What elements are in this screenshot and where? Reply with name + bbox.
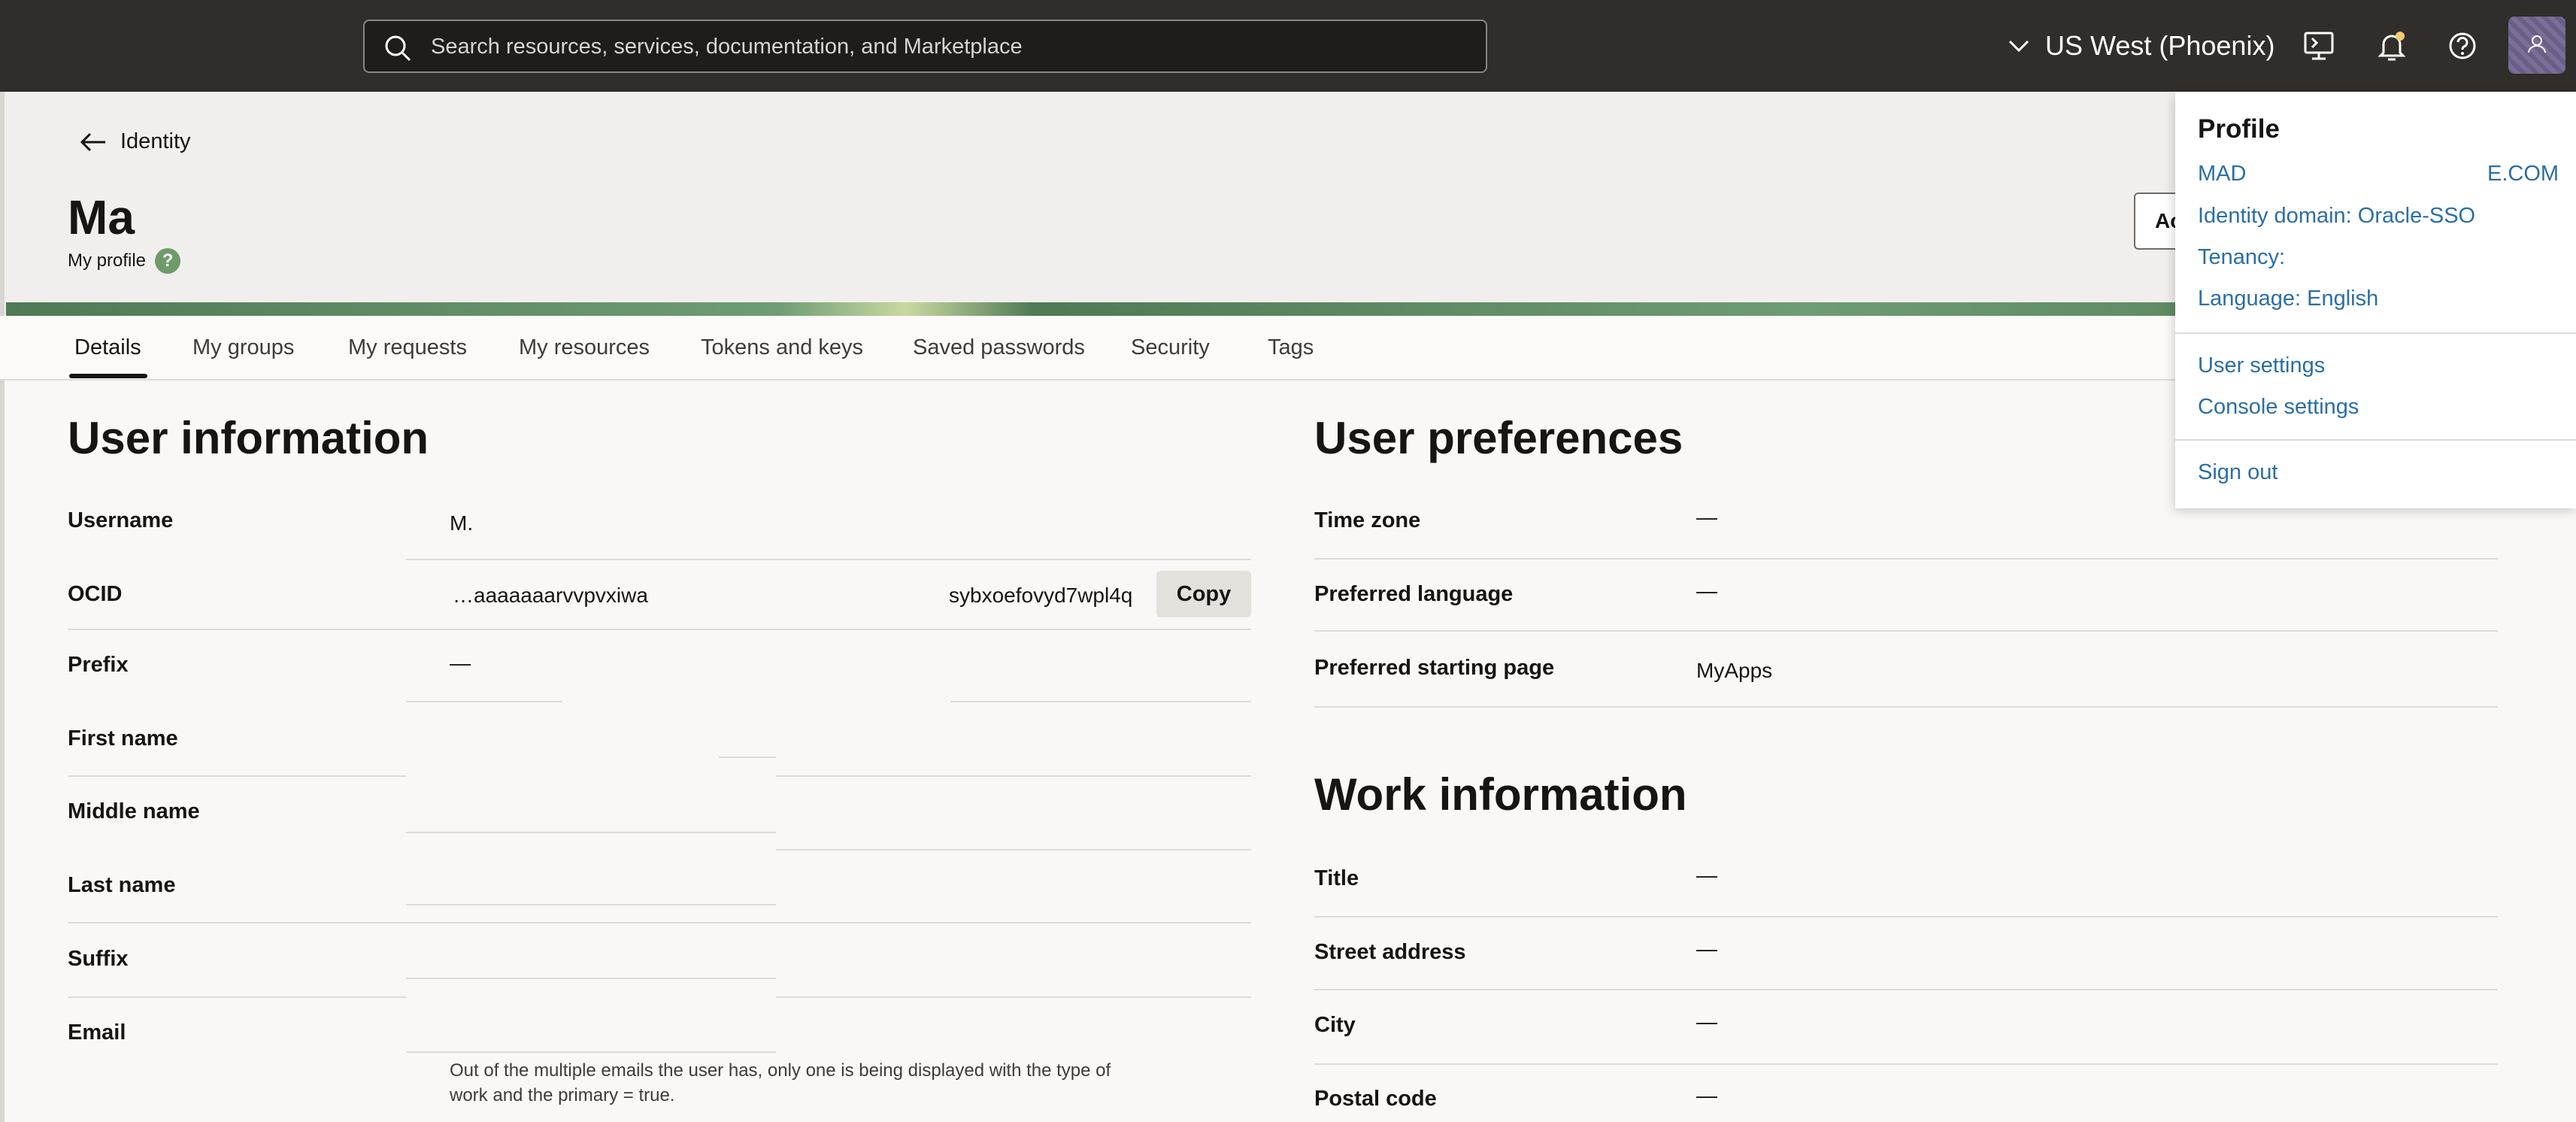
ocid-tail: sybxoefovyd7wpl4q xyxy=(949,584,1133,607)
identity-domain-link[interactable]: Identity domain: Oracle-SSO xyxy=(2198,204,2475,229)
user-icon xyxy=(2528,35,2546,53)
tab-my-resources[interactable]: My resources xyxy=(519,335,650,360)
time-zone-label: Time zone xyxy=(1314,508,1421,532)
menu-divider xyxy=(2175,439,2576,441)
tab-details[interactable]: Details xyxy=(74,335,141,360)
username-value: M. xyxy=(450,511,474,535)
divider xyxy=(406,832,776,833)
language-link[interactable]: Language: English xyxy=(2198,287,2378,311)
first-name-label: First name xyxy=(68,726,178,751)
profile-menu-title: Profile xyxy=(2198,114,2280,144)
divider xyxy=(950,701,1251,702)
divider xyxy=(68,629,1251,630)
prefix-value: — xyxy=(450,651,471,675)
user-information-heading: User information xyxy=(68,413,429,463)
divider xyxy=(68,996,406,998)
divider xyxy=(406,559,1251,560)
search-icon xyxy=(385,35,411,62)
street-address-label: Street address xyxy=(1314,940,1466,964)
starting-page-label: Preferred starting page xyxy=(1314,656,1555,680)
region-selector[interactable]: US West (Phoenix) xyxy=(2008,21,2274,71)
profile-user-link[interactable]: MAD xyxy=(2198,162,2246,186)
ocid-value: …aaaaaaarvvpvxiwa xyxy=(453,584,648,607)
page-subtitle-label: My profile xyxy=(68,250,147,271)
user-preferences-heading: User preferences xyxy=(1314,413,1683,463)
preferred-language-value: — xyxy=(1696,579,1717,602)
tab-tokens-and-keys[interactable]: Tokens and keys xyxy=(701,335,863,360)
tab-tags[interactable]: Tags xyxy=(1268,335,1314,360)
postal-code-label: Postal code xyxy=(1314,1087,1437,1111)
email-note: Out of the multiple emails the user has,… xyxy=(450,1060,1111,1105)
divider xyxy=(406,904,776,905)
help-icon[interactable] xyxy=(2445,29,2480,63)
divider xyxy=(68,922,1251,923)
active-tab-indicator xyxy=(69,374,147,378)
bell-icon[interactable] xyxy=(2374,29,2409,63)
tab-my-requests[interactable]: My requests xyxy=(348,335,467,360)
console-settings-link[interactable]: Console settings xyxy=(2198,395,2359,420)
divider xyxy=(776,775,1251,777)
divider xyxy=(406,1051,776,1053)
divider xyxy=(719,757,776,758)
work-information-heading: Work information xyxy=(1314,769,1687,820)
title-label: Title xyxy=(1314,866,1359,890)
sign-out-link[interactable]: Sign out xyxy=(2198,460,2277,485)
back-link-label: Identity xyxy=(120,129,191,153)
divider xyxy=(1314,1063,2498,1065)
email-label: Email xyxy=(68,1020,126,1045)
divider xyxy=(1314,989,2498,990)
menu-divider xyxy=(2175,332,2576,334)
search-placeholder: Search resources, services, documentatio… xyxy=(431,35,1023,59)
copy-button[interactable]: Copy xyxy=(1156,571,1251,617)
time-zone-value: — xyxy=(1696,505,1717,529)
street-address-value: — xyxy=(1696,937,1717,960)
ocid-label: OCID xyxy=(68,582,123,606)
region-label: US West (Phoenix) xyxy=(2045,30,2275,61)
divider xyxy=(1314,916,2498,917)
top-bar: Search resources, services, documentatio… xyxy=(0,0,2576,92)
divider xyxy=(1314,558,2498,559)
search-input[interactable]: Search resources, services, documentatio… xyxy=(363,20,1487,73)
divider xyxy=(1314,706,2498,708)
tab-saved-passwords[interactable]: Saved passwords xyxy=(913,335,1085,360)
divider xyxy=(1314,630,2498,632)
starting-page-value: MyApps xyxy=(1696,659,1773,682)
arrow-left-icon xyxy=(80,132,105,151)
cloud-shell-icon[interactable] xyxy=(2302,29,2336,63)
divider xyxy=(406,978,776,979)
prefix-label: Prefix xyxy=(68,653,129,677)
city-value: — xyxy=(1696,1010,1717,1033)
profile-user-tail[interactable]: E.COM xyxy=(2487,162,2559,186)
avatar[interactable] xyxy=(2508,17,2565,74)
city-label: City xyxy=(1314,1013,1356,1037)
divider xyxy=(406,701,562,702)
divider xyxy=(776,849,1251,851)
user-settings-link[interactable]: User settings xyxy=(2198,353,2325,378)
postal-code-value: — xyxy=(1696,1084,1717,1107)
middle-name-label: Middle name xyxy=(68,799,200,823)
divider xyxy=(68,775,406,777)
profile-menu: Profile MAD E.COM Identity domain: Oracl… xyxy=(2175,92,2576,508)
chevron-down-icon xyxy=(2008,40,2029,53)
divider xyxy=(776,996,1251,998)
suffix-label: Suffix xyxy=(68,947,129,971)
tenancy-link[interactable]: Tenancy: xyxy=(2198,245,2285,270)
title-value: — xyxy=(1696,863,1717,887)
username-label: Username xyxy=(68,508,174,532)
tab-security[interactable]: Security xyxy=(1131,335,1210,360)
page-title: Ma xyxy=(68,190,135,244)
last-name-label: Last name xyxy=(68,873,176,897)
tab-my-groups[interactable]: My groups xyxy=(192,335,294,360)
help-icon[interactable]: ? xyxy=(155,248,181,274)
back-link[interactable]: Identity xyxy=(80,129,191,154)
preferred-language-label: Preferred language xyxy=(1314,582,1514,606)
left-edge xyxy=(0,92,5,1122)
page-subtitle: My profile ? xyxy=(68,248,181,274)
